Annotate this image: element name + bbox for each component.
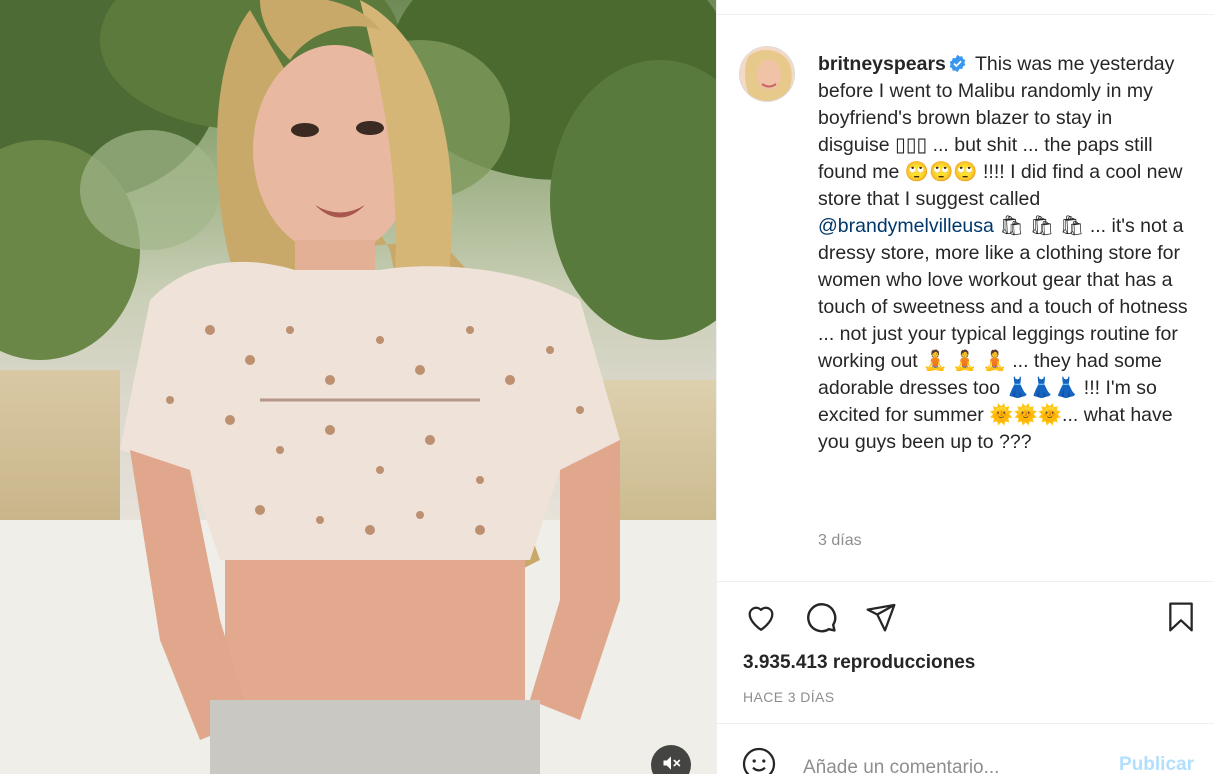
action-bar xyxy=(717,582,1214,652)
views-number: 3.935.413 xyxy=(743,652,828,673)
person-figure xyxy=(120,0,620,774)
save-button[interactable] xyxy=(1161,599,1201,639)
caption-section: britneyspears This was me yesterday befo… xyxy=(717,15,1214,581)
comment-bar: Publicar xyxy=(717,724,1214,774)
comment-button[interactable] xyxy=(801,599,841,639)
share-icon xyxy=(865,601,897,638)
mention-link[interactable]: @brandymelvilleusa xyxy=(818,215,994,237)
comment-icon xyxy=(804,600,838,639)
post-date[interactable]: HACE 3 DÍAS xyxy=(743,689,835,705)
like-button[interactable] xyxy=(741,599,781,639)
views-label: reproducciones xyxy=(832,652,976,673)
emoji-button[interactable] xyxy=(741,746,777,774)
avatar[interactable] xyxy=(739,46,795,102)
views-count[interactable]: 3.935.413 reproducciones xyxy=(743,652,975,674)
caption-text: 🛍 🛍 🛍 ... it's not a dressy store, more … xyxy=(818,215,1188,453)
post-caption: britneyspears This was me yesterday befo… xyxy=(818,51,1188,456)
caption-text: This was me yesterday before I went to M… xyxy=(818,53,1183,210)
comment-input[interactable] xyxy=(803,752,1103,774)
volume-off-icon xyxy=(661,753,681,774)
publish-button[interactable]: Publicar xyxy=(1119,754,1194,774)
bookmark-icon xyxy=(1165,599,1197,640)
caption-timestamp[interactable]: 3 días xyxy=(818,532,862,550)
post-detail-panel: britneyspears This was me yesterday befo… xyxy=(716,0,1214,774)
username-link[interactable]: britneyspears xyxy=(818,53,946,75)
post-video[interactable] xyxy=(0,0,716,774)
verified-badge-icon xyxy=(948,54,967,73)
heart-icon xyxy=(743,600,779,639)
share-button[interactable] xyxy=(861,599,901,639)
smiley-icon xyxy=(741,747,777,774)
